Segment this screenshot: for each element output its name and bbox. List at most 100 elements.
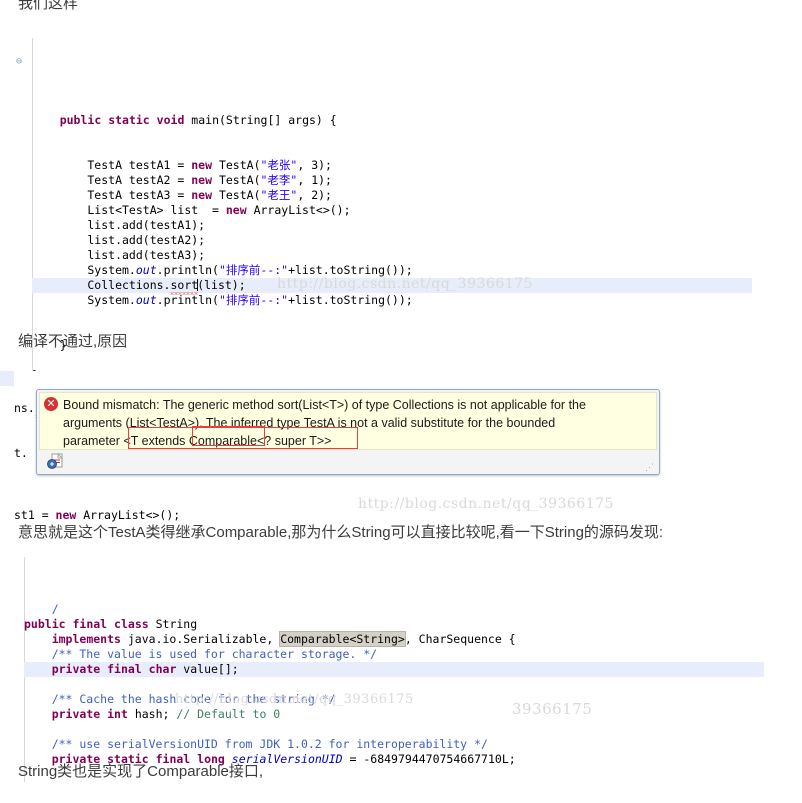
intro-paragraph: 我们这样: [18, 0, 79, 12]
code-token: new: [55, 508, 77, 522]
code-token: public: [59, 113, 102, 127]
code-token: sort: [170, 278, 199, 295]
code-line-add-1: list.add(testA1);: [32, 218, 752, 233]
code-token: TestA(: [212, 173, 261, 187]
quickfix-lightbulb-icon[interactable]: [47, 453, 65, 471]
error-message-area: ✕ Bound mismatch: The generic method sor…: [39, 392, 657, 450]
code-line-blank-a: [24, 677, 764, 692]
code-token: "老王": [260, 188, 298, 202]
error-message-line-3: parameter <T extends Comparable<? super …: [63, 432, 652, 450]
code-line-decl-testA1: TestA testA1 = new TestA("老张", 3);: [32, 158, 752, 173]
code-token: list.add(testA2);: [32, 233, 206, 247]
code-token: Comparable<String>: [279, 631, 406, 647]
code-token: TestA testA1 =: [32, 158, 192, 172]
code-token: static: [108, 113, 150, 127]
code-token: int: [107, 707, 128, 721]
code-line-blank-4: [32, 323, 752, 338]
code-line-decl-testA3: TestA testA3 = new TestA("老王", 2);: [32, 188, 752, 203]
code-token: , 3);: [297, 158, 332, 172]
code-fold-marker[interactable]: ⊖: [16, 54, 22, 69]
explanation-paragraph: 意思就是这个TestA类得继承Comparable,那为什么String可以直接…: [18, 524, 664, 541]
code-line-stray-comment: /: [24, 602, 764, 617]
code-line-field-hash: private int hash; // Default to 0: [24, 707, 764, 722]
code-token: char: [148, 662, 177, 676]
code-line-add-3: list.add(testA3);: [32, 248, 752, 263]
code-token: ArrayList<>();: [76, 508, 181, 522]
compile-fail-paragraph: 编译不通过,原因: [18, 333, 128, 350]
error-dialog-footer: ⋰: [39, 450, 657, 474]
code-token: TestA(: [212, 188, 261, 202]
code-token: "排序前--:": [218, 293, 289, 307]
code-token: new: [191, 188, 213, 202]
code-block-string-source[interactable]: / public final class String implements ja…: [24, 557, 764, 782]
code-line-main-signature: public static void main(String[] args) {: [32, 113, 752, 128]
code-token: out: [135, 293, 157, 307]
code-token: .println(: [156, 293, 219, 307]
code-token: final: [107, 662, 142, 676]
code-token: t.: [14, 446, 28, 460]
code-token: ArrayList<>();: [246, 203, 351, 217]
code-token: new: [225, 203, 247, 217]
code-line-decl-list: List<TestA> list = new ArrayList<>();: [32, 203, 752, 218]
code-line-close-method: }: [32, 338, 752, 353]
code-token: (list);: [197, 278, 246, 292]
error-message-line-1: Bound mismatch: The generic method sort(…: [63, 398, 586, 412]
code-token: java.io.Serializable,: [120, 632, 281, 646]
code-token: "排序前--:": [218, 263, 289, 277]
code-token: .println(: [156, 263, 219, 277]
code-token: , 2);: [297, 188, 332, 202]
code-token: System.: [32, 263, 136, 277]
code-token: implements: [51, 632, 121, 646]
code-token: String: [148, 617, 198, 631]
code-token: list.add(testA1);: [32, 218, 206, 232]
code-line-implements-clause: implements java.io.Serializable, Compara…: [24, 631, 764, 647]
conclusion-paragraph: String类也是实现了Comparable接口,: [18, 763, 264, 780]
code-line-add-2: list.add(testA2);: [32, 233, 752, 248]
watermark-dialog-area: http://blog.csdn.net/qq_39366175: [358, 496, 614, 512]
code-token: System.: [32, 293, 136, 307]
code-token: , 1);: [297, 173, 332, 187]
code-line-blank-top: [32, 98, 752, 113]
code-token: List<TestA> list =: [32, 203, 226, 217]
code-token: private: [51, 662, 101, 676]
code-block-main[interactable]: ⊖ public static void main(String[] args)…: [16, 38, 752, 398]
code-token: ns.: [14, 401, 35, 415]
code-line-decl-testA2: TestA testA2 = new TestA("老李", 1);: [32, 173, 752, 188]
code-token: void: [156, 113, 185, 127]
code-line-blank-3: [32, 308, 752, 323]
error-message-text: Bound mismatch: The generic method sort(…: [43, 396, 652, 450]
error-circle-icon: ✕: [44, 397, 58, 411]
error-tooltip-dialog[interactable]: ✕ Bound mismatch: The generic method sor…: [36, 389, 660, 475]
code-line-javadoc-uid: /** use serialVersionUID from JDK 1.0.2 …: [24, 737, 764, 752]
watermark-string-source: 39366175: [512, 700, 593, 718]
code-token: final: [72, 617, 108, 631]
code-token: public: [24, 617, 66, 631]
code-string-source-lines: / public final class String implements ja…: [24, 602, 764, 767]
code-token: out: [135, 263, 157, 277]
code-token: hash;: [127, 707, 177, 721]
code-token: +list.toString());: [288, 263, 413, 277]
code-token: new: [191, 158, 213, 172]
error-message-line-3-bound-c: <? super T>>: [256, 434, 332, 448]
code-token: /** use serialVersionUID from JDK 1.0.2 …: [24, 737, 488, 751]
code-token: Collections.: [32, 278, 171, 292]
error-message-line-2: arguments (List<TestA>). The inferred ty…: [63, 416, 556, 430]
code-token: "老张": [260, 158, 298, 172]
resize-grip-icon[interactable]: ⋰: [645, 463, 654, 472]
code-token: "老李": [260, 173, 298, 187]
code-token: /** The value is used for character stor…: [24, 647, 378, 661]
code-token: TestA testA2 =: [32, 173, 192, 187]
code-token: // Default to 0: [176, 707, 281, 721]
code-token: value[];: [176, 662, 239, 676]
code-line-class-decl: public final class String: [24, 617, 764, 632]
error-message-line-3-comparable: Comparable: [188, 434, 257, 448]
code-token: +list.toString());: [288, 293, 413, 307]
code-main-lines: public static void main(String[] args) {…: [32, 98, 752, 383]
